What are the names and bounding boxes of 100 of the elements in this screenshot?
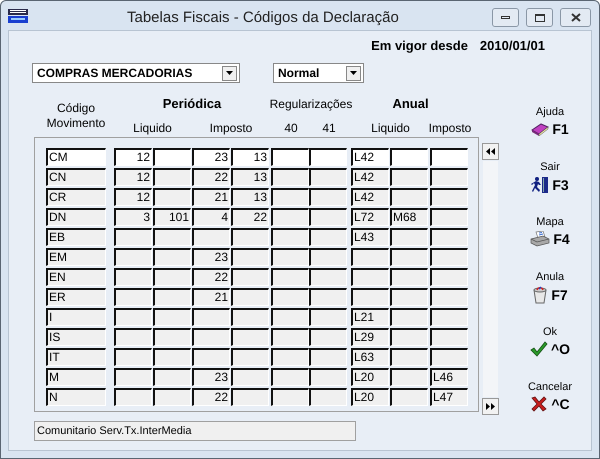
value-field[interactable] xyxy=(271,268,309,286)
maximize-button[interactable] xyxy=(526,8,553,27)
value-field[interactable]: 12 xyxy=(114,188,152,206)
value-field[interactable] xyxy=(390,248,428,266)
value-field[interactable]: L21 xyxy=(351,308,389,326)
value-field[interactable]: 4 xyxy=(192,208,230,226)
value-field[interactable] xyxy=(430,328,468,346)
value-field[interactable]: 22 xyxy=(192,268,230,286)
value-field[interactable] xyxy=(114,228,152,246)
value-field[interactable] xyxy=(271,208,309,226)
value-field[interactable]: 13 xyxy=(231,148,269,166)
value-field[interactable] xyxy=(271,288,309,306)
value-field[interactable]: 22 xyxy=(192,168,230,186)
value-field[interactable] xyxy=(231,268,269,286)
value-field[interactable] xyxy=(153,368,191,386)
value-field[interactable] xyxy=(231,308,269,326)
value-field[interactable] xyxy=(309,388,347,406)
value-field[interactable] xyxy=(390,228,428,246)
value-field[interactable] xyxy=(430,168,468,186)
value-field[interactable] xyxy=(153,148,191,166)
scroll-first-button[interactable] xyxy=(482,143,498,160)
value-field[interactable] xyxy=(114,328,152,346)
close-button[interactable] xyxy=(560,8,591,27)
value-field[interactable] xyxy=(231,248,269,266)
value-field[interactable] xyxy=(430,308,468,326)
value-field[interactable] xyxy=(114,308,152,326)
value-field[interactable] xyxy=(390,148,428,166)
value-field[interactable] xyxy=(390,288,428,306)
value-field[interactable] xyxy=(192,328,230,346)
value-field[interactable] xyxy=(390,168,428,186)
value-field[interactable] xyxy=(153,188,191,206)
scroll-last-button[interactable] xyxy=(482,398,498,415)
value-field[interactable]: L20 xyxy=(351,388,389,406)
code-field[interactable]: EN xyxy=(46,268,106,286)
value-field[interactable] xyxy=(231,228,269,246)
value-field[interactable] xyxy=(390,328,428,346)
value-field[interactable] xyxy=(390,348,428,366)
code-field[interactable]: CR xyxy=(46,188,106,206)
status-field[interactable]: Comunitario Serv.Tx.InterMedia xyxy=(34,421,356,441)
value-field[interactable] xyxy=(153,388,191,406)
code-field[interactable]: IS xyxy=(46,328,106,346)
value-field[interactable]: 22 xyxy=(231,208,269,226)
value-field[interactable] xyxy=(153,268,191,286)
value-field[interactable] xyxy=(430,268,468,286)
value-field[interactable] xyxy=(153,228,191,246)
value-field[interactable] xyxy=(192,348,230,366)
action-button[interactable]: Mapa F4 xyxy=(518,216,582,248)
value-field[interactable]: L20 xyxy=(351,368,389,386)
value-field[interactable]: 12 xyxy=(114,168,152,186)
value-field[interactable] xyxy=(309,248,347,266)
value-field[interactable] xyxy=(309,288,347,306)
value-field[interactable] xyxy=(351,268,389,286)
value-field[interactable] xyxy=(114,288,152,306)
dropdown[interactable]: COMPRAS MERCADORIAS xyxy=(32,63,240,83)
code-field[interactable]: CM xyxy=(46,148,106,166)
value-field[interactable] xyxy=(192,228,230,246)
value-field[interactable]: 22 xyxy=(192,388,230,406)
value-field[interactable] xyxy=(153,168,191,186)
minimize-button[interactable] xyxy=(492,8,519,27)
value-field[interactable]: 21 xyxy=(192,188,230,206)
value-field[interactable]: L42 xyxy=(351,188,389,206)
value-field[interactable]: L42 xyxy=(351,148,389,166)
value-field[interactable]: 101 xyxy=(153,208,191,226)
value-field[interactable] xyxy=(309,348,347,366)
value-field[interactable] xyxy=(430,248,468,266)
value-field[interactable]: L63 xyxy=(351,348,389,366)
value-field[interactable]: 13 xyxy=(231,188,269,206)
value-field[interactable] xyxy=(271,228,309,246)
value-field[interactable] xyxy=(309,228,347,246)
value-field[interactable] xyxy=(430,148,468,166)
code-field[interactable]: IT xyxy=(46,348,106,366)
action-button[interactable]: Ok ^O xyxy=(518,326,582,358)
value-field[interactable] xyxy=(153,308,191,326)
code-field[interactable]: M xyxy=(46,368,106,386)
code-field[interactable]: CN xyxy=(46,168,106,186)
value-field[interactable] xyxy=(351,288,389,306)
code-field[interactable]: EM xyxy=(46,248,106,266)
value-field[interactable]: L43 xyxy=(351,228,389,246)
value-field[interactable] xyxy=(231,328,269,346)
value-field[interactable] xyxy=(309,188,347,206)
dropdown[interactable]: Normal xyxy=(273,63,364,83)
value-field[interactable]: L29 xyxy=(351,328,389,346)
value-field[interactable] xyxy=(309,148,347,166)
value-field[interactable] xyxy=(309,328,347,346)
value-field[interactable] xyxy=(390,388,428,406)
value-field[interactable] xyxy=(271,308,309,326)
value-field[interactable] xyxy=(114,348,152,366)
value-field[interactable] xyxy=(430,288,468,306)
value-field[interactable] xyxy=(309,368,347,386)
value-field[interactable] xyxy=(351,248,389,266)
value-field[interactable] xyxy=(114,368,152,386)
value-field[interactable] xyxy=(390,268,428,286)
value-field[interactable] xyxy=(309,208,347,226)
value-field[interactable] xyxy=(309,308,347,326)
value-field[interactable] xyxy=(271,368,309,386)
value-field[interactable] xyxy=(430,348,468,366)
value-field[interactable]: M68 xyxy=(390,208,428,226)
value-field[interactable] xyxy=(309,168,347,186)
value-field[interactable]: 13 xyxy=(231,168,269,186)
value-field[interactable] xyxy=(114,248,152,266)
